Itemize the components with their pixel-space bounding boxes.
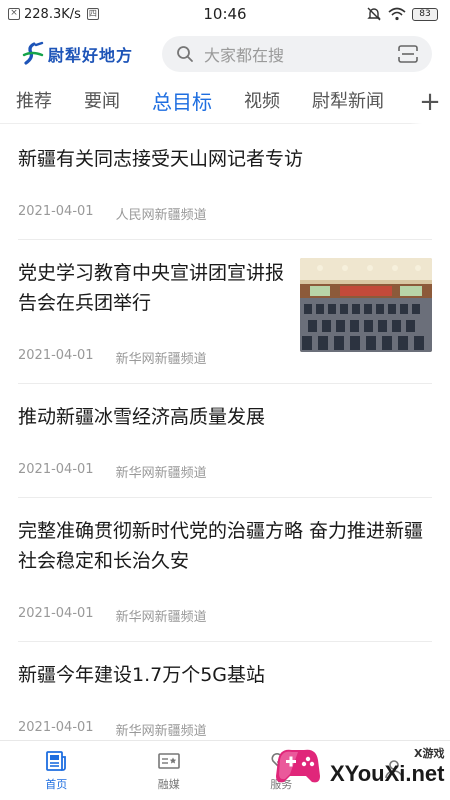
article-meta: 2021-04-01 人民网新疆频道 bbox=[18, 174, 432, 239]
article-meta: 2021-04-01 新华网新疆频道 bbox=[18, 318, 288, 383]
article-date: 2021-04-01 bbox=[18, 348, 94, 363]
search-icon bbox=[177, 46, 193, 62]
site-watermark: X游戏 XYouXi.net bbox=[270, 732, 450, 800]
tab-general-goal[interactable]: 总目标 bbox=[152, 80, 226, 124]
article-source: 新华网新疆频道 bbox=[115, 610, 207, 625]
notification-box-icon: 四 bbox=[86, 8, 99, 20]
article-source: 新华网新疆频道 bbox=[115, 466, 207, 481]
article-title: 推动新疆冰雪经济高质量发展 bbox=[18, 406, 266, 428]
article-source: 新华网新疆频道 bbox=[115, 724, 207, 739]
article-meta: 2021-04-01 新华网新疆频道 bbox=[18, 432, 432, 497]
nav-home-label: 首页 bbox=[45, 778, 68, 791]
watermark-text: X游戏 XYouXi.net bbox=[330, 745, 445, 787]
logo-mark-icon bbox=[22, 41, 44, 65]
list-item[interactable]: 党史学习教育中央宣讲团宣讲报告会在兵团举行 2021-04-01 新华网新疆频道 bbox=[18, 240, 432, 384]
tabs-scroll: 推荐 要闻 总目标 视频 尉犁新闻 bbox=[0, 80, 410, 124]
logo-text: 尉犁好地方 bbox=[48, 46, 134, 65]
media-card-icon bbox=[157, 753, 180, 769]
article-title: 新疆今年建设1.7万个5G基站 bbox=[18, 664, 266, 686]
gamepad-logo-icon bbox=[276, 749, 320, 783]
nav-home[interactable]: 首页 bbox=[0, 741, 113, 800]
news-feed: 新疆有关同志接受天山网记者专访 2021-04-01 人民网新疆频道 党史学习教… bbox=[0, 126, 450, 740]
wifi-icon bbox=[388, 7, 406, 21]
article-meta: 2021-04-01 新华网新疆频道 bbox=[18, 576, 432, 641]
notification-x-icon: × bbox=[8, 8, 20, 20]
network-speed: 228.3K/s bbox=[24, 6, 81, 22]
status-right: 83 bbox=[366, 6, 438, 22]
watermark-big: XYouXi.net bbox=[330, 761, 445, 786]
tab-headlines[interactable]: 要闻 bbox=[84, 80, 134, 124]
nav-media-label: 融媒 bbox=[157, 778, 180, 791]
watermark-small: X游戏 bbox=[414, 747, 445, 760]
search-input[interactable]: 大家都在搜 bbox=[204, 42, 388, 66]
app-logo[interactable]: 尉犁好地方 bbox=[20, 41, 150, 67]
article-title: 党史学习教育中央宣讲团宣讲报告会在兵团举行 bbox=[18, 262, 285, 314]
article-date: 2021-04-01 bbox=[18, 606, 94, 621]
status-left: × 228.3K/s 四 bbox=[8, 7, 99, 22]
tab-yuli-news[interactable]: 尉犁新闻 bbox=[312, 80, 398, 124]
app-header: 尉犁好地方 大家都在搜 bbox=[0, 30, 450, 78]
mute-bell-icon bbox=[367, 7, 381, 21]
channel-tabs: 推荐 要闻 总目标 视频 尉犁新闻 + bbox=[0, 79, 450, 124]
article-date: 2021-04-01 bbox=[18, 462, 94, 477]
article-thumbnail bbox=[300, 258, 432, 352]
add-channel-icon[interactable]: + bbox=[410, 79, 450, 124]
article-title: 完整准确贯彻新时代党的治疆方略 奋力推进新疆社会稳定和长治久安 bbox=[18, 520, 424, 572]
tab-recommend[interactable]: 推荐 bbox=[16, 80, 66, 124]
status-bar: × 228.3K/s 四 10:46 83 bbox=[0, 0, 450, 28]
list-item[interactable]: 新疆今年建设1.7万个5G基站 2021-04-01 新华网新疆频道 bbox=[18, 642, 432, 740]
list-item[interactable]: 新疆有关同志接受天山网记者专访 2021-04-01 人民网新疆频道 bbox=[18, 126, 432, 240]
article-title: 新疆有关同志接受天山网记者专访 bbox=[18, 148, 304, 170]
article-text: 党史学习教育中央宣讲团宣讲报告会在兵团举行 2021-04-01 新华网新疆频道 bbox=[18, 240, 288, 383]
tab-video[interactable]: 视频 bbox=[244, 80, 294, 124]
battery-indicator: 83 bbox=[412, 7, 438, 21]
list-item[interactable]: 完整准确贯彻新时代党的治疆方略 奋力推进新疆社会稳定和长治久安 2021-04-… bbox=[18, 498, 432, 642]
search-bar[interactable]: 大家都在搜 bbox=[162, 36, 432, 72]
newspaper-icon bbox=[46, 751, 67, 771]
article-date: 2021-04-01 bbox=[18, 204, 94, 219]
article-source: 新华网新疆频道 bbox=[115, 352, 207, 367]
article-source: 人民网新疆频道 bbox=[115, 208, 207, 223]
article-date: 2021-04-01 bbox=[18, 720, 94, 735]
list-item[interactable]: 推动新疆冰雪经济高质量发展 2021-04-01 新华网新疆频道 bbox=[18, 384, 432, 498]
scan-icon[interactable] bbox=[398, 45, 418, 63]
nav-media[interactable]: 融媒 bbox=[113, 741, 226, 800]
